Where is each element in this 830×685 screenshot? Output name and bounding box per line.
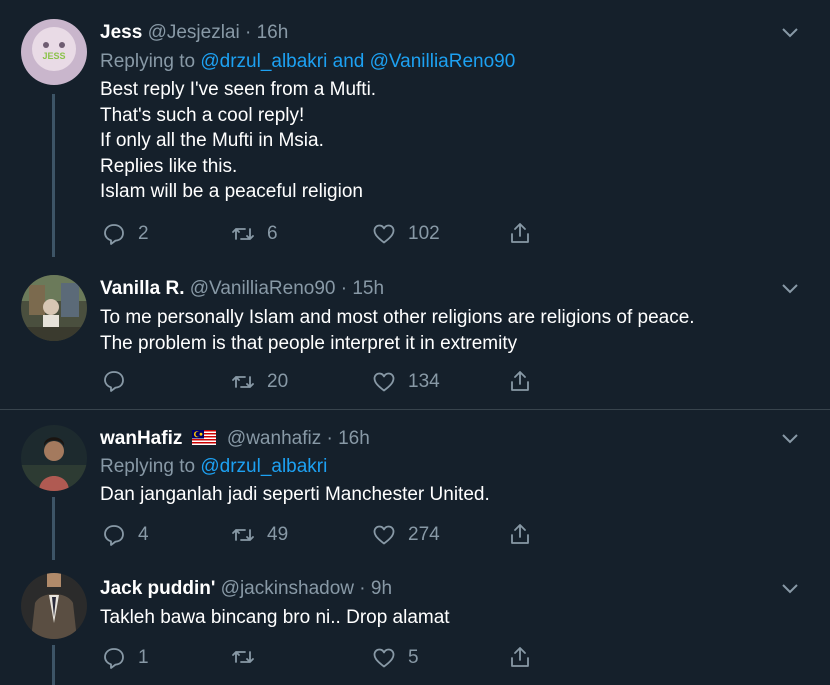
replying-to-link[interactable]: @drzul_albakri: [200, 456, 327, 477]
retweet-button[interactable]: [231, 645, 267, 669]
replying-to: Replying to @drzul_albakri: [100, 455, 327, 479]
tweet-wanhafiz[interactable]: wanHafiz @wanhafiz · 16h Replying to @dr…: [0, 410, 830, 560]
reply-icon: [104, 224, 124, 245]
reply-button[interactable]: 4: [102, 522, 149, 548]
malaysia-flag-icon: [191, 430, 216, 445]
chevron-down-icon[interactable]: [780, 429, 800, 449]
retweet-icon: [232, 651, 254, 663]
like-button[interactable]: 102: [372, 221, 440, 247]
retweet-count: 49: [267, 524, 289, 545]
timestamp[interactable]: · 15h: [341, 278, 384, 299]
reply-icon: [104, 525, 124, 546]
replying-prefix: Replying to: [100, 456, 201, 477]
tweet-line: Best reply I've seen from a Mufti.: [100, 79, 377, 100]
share-icon: [511, 223, 529, 243]
tweet-actions: 1 5: [100, 645, 540, 671]
tweet-header: Jess @Jesjezlai · 16h: [100, 21, 288, 45]
username[interactable]: @jackinshadow: [221, 578, 354, 599]
avatar[interactable]: [21, 275, 87, 341]
tweet-line: Islam will be a peaceful religion: [100, 181, 363, 202]
tweet-line: Takleh bawa bincang bro ni.. Drop alamat: [100, 607, 450, 628]
tweet-actions: 2 6 102: [100, 221, 540, 247]
chevron-down-icon[interactable]: [780, 23, 800, 43]
share-button[interactable]: [508, 369, 532, 393]
reply-count: 2: [138, 223, 149, 244]
reply-count: 4: [138, 524, 149, 545]
reply-count: 1: [138, 647, 149, 668]
heart-icon: [373, 648, 395, 668]
thread-line: [52, 645, 55, 685]
replying-prefix: Replying to: [100, 51, 201, 72]
share-icon: [511, 647, 529, 667]
tweet-actions: 4 49 274: [100, 522, 540, 548]
tweet-line: To me personally Islam and most other re…: [100, 307, 695, 328]
tweet-jack[interactable]: Jack puddin' @jackinshadow · 9h Takleh b…: [0, 560, 830, 685]
heart-icon: [373, 372, 395, 392]
share-button[interactable]: [508, 522, 532, 546]
display-name[interactable]: Vanilla R.: [100, 278, 184, 299]
thread-line: [52, 497, 55, 560]
username[interactable]: @VanilliaReno90: [190, 278, 336, 299]
tweet-text: To me personally Islam and most other re…: [100, 305, 695, 356]
reply-icon: [104, 648, 124, 669]
display-name[interactable]: wanHafiz: [100, 428, 182, 449]
share-button[interactable]: [508, 645, 532, 669]
tweet-text: Best reply I've seen from a Mufti. That'…: [100, 77, 376, 205]
replying-to: Replying to @drzul_albakri and @Vanillia…: [100, 50, 515, 74]
tweet-actions: 20 134: [100, 369, 540, 395]
username[interactable]: @Jesjezlai: [148, 22, 240, 43]
retweet-count: 6: [267, 223, 278, 244]
like-button[interactable]: 134: [372, 369, 440, 395]
tweet-header: wanHafiz @wanhafiz · 16h: [100, 427, 370, 451]
heart-icon: [373, 525, 395, 545]
tweet-jess[interactable]: JESS Jess @Jesjezlai · 16h Replying to @…: [0, 0, 830, 260]
display-name[interactable]: Jack puddin': [100, 578, 215, 599]
share-button[interactable]: [508, 221, 532, 245]
tweet-header: Vanilla R. @VanilliaReno90 · 15h: [100, 277, 384, 301]
chevron-down-icon[interactable]: [780, 579, 800, 599]
tweet-header: Jack puddin' @jackinshadow · 9h: [100, 577, 392, 601]
timestamp[interactable]: · 16h: [326, 428, 369, 449]
avatar[interactable]: [21, 573, 87, 639]
retweet-count: 20: [267, 371, 289, 392]
like-button[interactable]: 5: [372, 645, 419, 671]
thread-line: [52, 94, 55, 257]
timestamp[interactable]: · 16h: [245, 22, 288, 43]
share-icon: [511, 371, 529, 391]
display-name[interactable]: Jess: [100, 22, 142, 43]
like-count: 5: [408, 647, 419, 668]
retweet-icon: [232, 228, 254, 240]
tweet-line: That's such a cool reply!: [100, 104, 305, 126]
reply-icon: [104, 371, 124, 392]
share-icon: [511, 524, 529, 544]
heart-icon: [373, 224, 395, 244]
avatar[interactable]: [21, 425, 87, 491]
tweet-line: The problem is that people interpret it …: [100, 332, 518, 354]
timestamp[interactable]: · 9h: [359, 578, 392, 599]
avatar[interactable]: JESS: [21, 19, 87, 85]
tweet-vanilla[interactable]: Vanilla R. @VanilliaReno90 · 15h To me p…: [0, 260, 830, 410]
chevron-down-icon[interactable]: [780, 279, 800, 299]
like-count: 274: [408, 524, 440, 545]
tweet-text: Dan janganlah jadi seperti Manchester Un…: [100, 482, 490, 508]
retweet-button[interactable]: 6: [231, 221, 278, 247]
tweet-text: Takleh bawa bincang bro ni.. Drop alamat: [100, 605, 450, 631]
reply-button[interactable]: 2: [102, 221, 149, 247]
tweet-line: Replies like this.: [100, 155, 238, 177]
retweet-icon: [232, 529, 254, 541]
tweet-line: If only all the Mufti in Msia.: [100, 130, 324, 151]
retweet-button[interactable]: 49: [231, 522, 288, 548]
avatar-label: JESS: [42, 51, 65, 61]
like-button[interactable]: 274: [372, 522, 440, 548]
like-count: 102: [408, 223, 440, 244]
reply-button[interactable]: 1: [102, 645, 149, 671]
replying-to-link[interactable]: @drzul_albakri and @VanilliaReno90: [200, 51, 515, 72]
like-count: 134: [408, 371, 440, 392]
retweet-button[interactable]: 20: [231, 369, 288, 395]
retweet-icon: [232, 376, 254, 388]
tweet-line: Dan janganlah jadi seperti Manchester Un…: [100, 484, 490, 505]
reply-button[interactable]: [102, 369, 138, 393]
username[interactable]: @wanhafiz: [227, 428, 321, 449]
